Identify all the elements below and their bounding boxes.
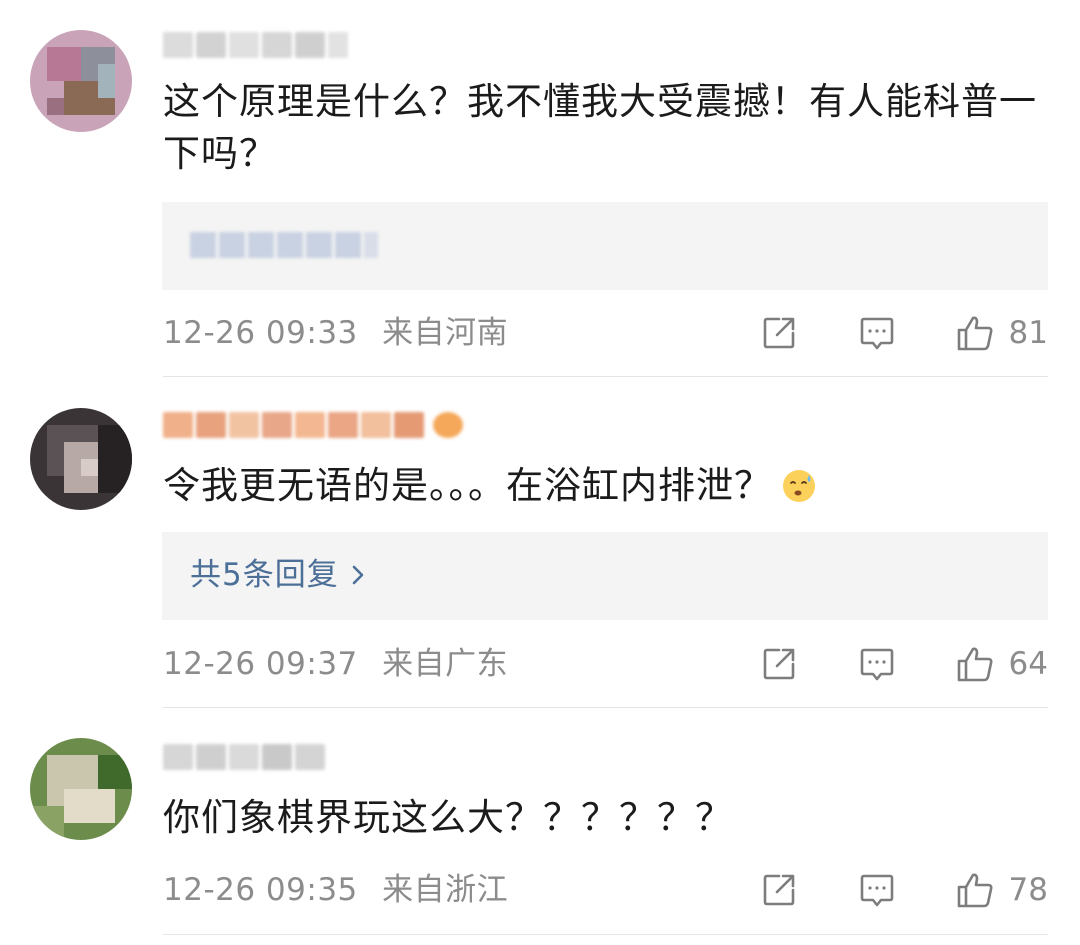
avatar[interactable] — [30, 408, 132, 510]
comment-icon[interactable] — [857, 313, 897, 353]
reply-count-link[interactable]: 共5条回复 — [190, 552, 365, 598]
avatar[interactable] — [30, 738, 132, 840]
comment-meta: 12-26 09:35 来自浙江 — [163, 870, 508, 910]
timestamp: 12-26 09:37 — [163, 646, 358, 682]
reply-expander[interactable]: 共5条回复 — [162, 532, 1048, 620]
thumbs-up-icon[interactable] — [955, 870, 995, 910]
username-blurred[interactable] — [163, 410, 463, 440]
like-count: 81 — [1008, 315, 1048, 351]
comment-actions: 78 — [759, 870, 1048, 910]
avatar[interactable] — [30, 30, 132, 132]
comment-meta: 12-26 09:37 来自广东 — [163, 644, 508, 684]
location: 来自浙江 — [382, 872, 509, 908]
share-icon[interactable] — [759, 313, 799, 353]
comment-text: 令我更无语的是。。。在浴缸内排泄？ — [163, 460, 1043, 512]
reply-preview-blurred — [190, 232, 378, 258]
timestamp: 12-26 09:33 — [163, 315, 358, 351]
reply-count-label: 共5条回复 — [190, 557, 339, 593]
comment-text: 你们象棋界玩这么大？？？？？？ — [163, 796, 733, 839]
location: 来自河南 — [382, 315, 509, 351]
comment-icon[interactable] — [857, 870, 897, 910]
reply-preview[interactable] — [162, 202, 1048, 290]
divider — [163, 376, 1048, 377]
comment-item: 令我更无语的是。。。在浴缸内排泄？ 共5条回复 12-26 09:37 来自广东 — [0, 378, 1080, 708]
location: 来自广东 — [382, 646, 509, 682]
share-icon[interactable] — [759, 644, 799, 684]
comment-text-content: 令我更无语的是。。。在浴缸内排泄？ — [163, 464, 772, 507]
thumbs-up-icon[interactable] — [955, 313, 995, 353]
thumbs-up-icon[interactable] — [955, 644, 995, 684]
timestamp: 12-26 09:35 — [163, 872, 358, 908]
comment-meta: 12-26 09:33 来自河南 — [163, 313, 508, 353]
username-blurred[interactable] — [163, 742, 325, 772]
chevron-right-icon — [352, 565, 364, 585]
comment-item: 你们象棋界玩这么大？？？？？？ 12-26 09:35 来自浙江 78 — [0, 708, 1080, 945]
username-blurred[interactable] — [163, 30, 348, 60]
like-count: 78 — [1008, 872, 1048, 908]
divider — [163, 934, 1048, 935]
comment-actions: 81 — [759, 313, 1048, 353]
comment-actions: 64 — [759, 644, 1048, 684]
comment-icon[interactable] — [857, 644, 897, 684]
sweat-face-emoji — [783, 470, 815, 502]
comment-text: 这个原理是什么？我不懂我大受震撼！有人能科普一下吗？ — [163, 80, 1037, 175]
comment-item: 这个原理是什么？我不懂我大受震撼！有人能科普一下吗？ 12-26 09:33 来… — [0, 0, 1080, 378]
like-count: 64 — [1008, 646, 1048, 682]
share-icon[interactable] — [759, 870, 799, 910]
